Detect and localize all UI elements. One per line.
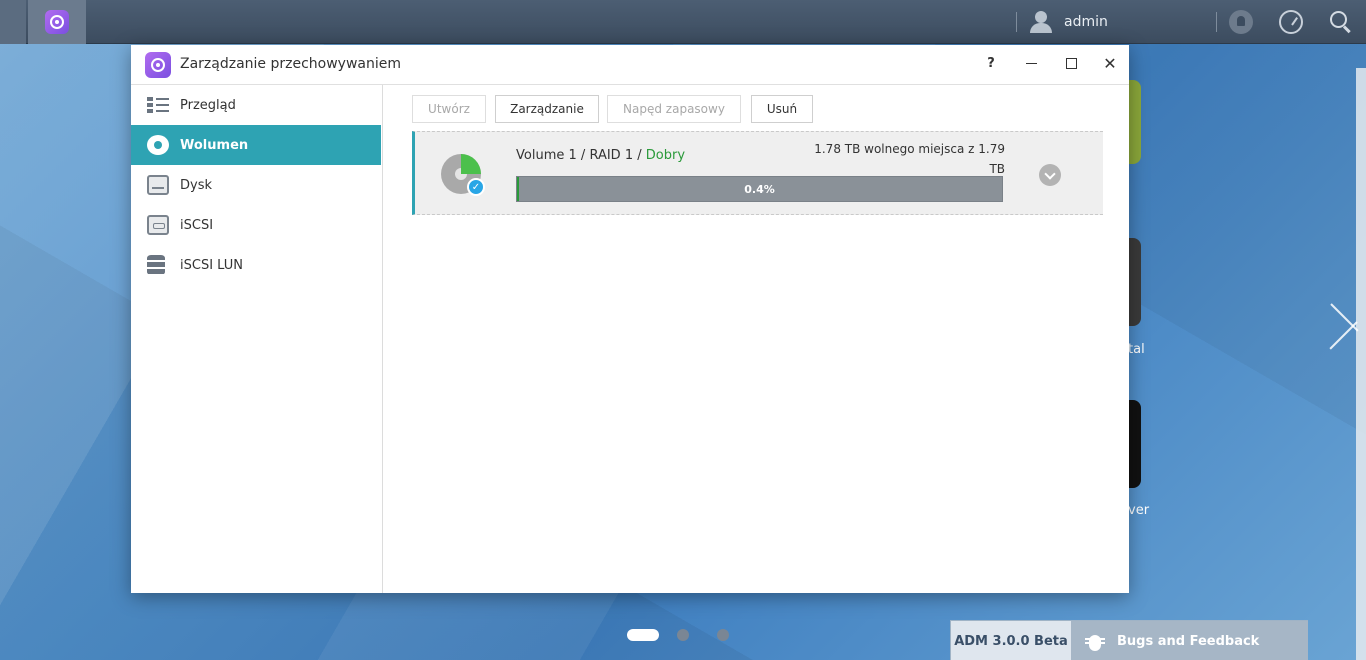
notification-bell-icon[interactable]	[1229, 10, 1253, 34]
taskbar-storage-app[interactable]	[28, 0, 86, 44]
desktop-tile-label: ver	[1128, 503, 1150, 518]
sidebar-item-iscsi[interactable]: iSCSI	[131, 205, 381, 245]
sidebar-item-label: Dysk	[180, 177, 213, 193]
volume-status: Dobry	[645, 148, 686, 163]
adm-version: ADM 3.0.0 Beta	[951, 621, 1071, 660]
minimize-icon	[1025, 62, 1037, 64]
healthy-check-icon: ✓	[467, 178, 485, 196]
storage-manager-window: Zarządzanie przechowywaniem ? ✕ Przegląd…	[131, 45, 1129, 593]
sidebar-item-overview[interactable]: Przegląd	[131, 85, 381, 125]
volume-title: Volume 1 / RAID 1 / Dobry	[516, 148, 685, 163]
next-page-chevron-icon[interactable]	[1322, 302, 1362, 362]
storage-manager-icon	[145, 52, 171, 78]
volume-row[interactable]: ✓ Volume 1 / RAID 1 / Dobry 1.78 TB woln…	[412, 131, 1103, 215]
bug-icon	[1085, 630, 1105, 652]
window-title: Zarządzanie przechowywaniem	[180, 56, 402, 72]
sidebar: Przegląd Wolumen Dysk iSCSI iSCSI LUN	[131, 85, 383, 593]
bugs-feedback-label: Bugs and Feedback	[1117, 633, 1260, 649]
volume-icon	[147, 135, 169, 155]
minimize-button[interactable]	[1019, 51, 1043, 75]
sidebar-item-label: Przegląd	[180, 97, 236, 113]
adm-footer-bar: ADM 3.0.0 Beta Bugs and Feedback	[950, 620, 1308, 660]
volume-usage-label: 0.4%	[744, 182, 775, 196]
bugs-feedback-button[interactable]: Bugs and Feedback	[1071, 621, 1308, 660]
manage-button[interactable]: Zarządzanie	[495, 95, 599, 123]
taskbar-separator	[1016, 12, 1017, 32]
maximize-button[interactable]	[1059, 51, 1083, 75]
volume-separator: /	[637, 148, 642, 163]
sidebar-item-iscsi-lun[interactable]: iSCSI LUN	[131, 245, 381, 285]
delete-button[interactable]: Usuń	[751, 95, 813, 123]
desktop-tile-label: tal	[1128, 342, 1145, 357]
dashboard-gauge-icon[interactable]	[1279, 10, 1303, 34]
volume-name: Volume 1	[516, 148, 577, 163]
iscsi-icon	[147, 215, 169, 235]
close-button[interactable]: ✕	[1098, 51, 1122, 75]
volume-disk-icon: ✓	[439, 150, 487, 198]
create-button[interactable]: Utwórz	[412, 95, 486, 123]
user-menu[interactable]: admin	[1030, 0, 1108, 44]
page-dot-active[interactable]	[627, 629, 659, 641]
page-dot[interactable]	[717, 629, 729, 641]
sidebar-item-label: Wolumen	[180, 137, 249, 153]
database-icon	[147, 255, 165, 275]
volume-raid: RAID 1	[589, 148, 634, 163]
user-name: admin	[1064, 14, 1108, 30]
desktop-right-panel	[1356, 68, 1366, 660]
disk-icon	[147, 175, 169, 195]
storage-manager-icon	[45, 10, 69, 34]
volume-free-space: 1.78 TB wolnego miejsca z 1.79 TB	[814, 142, 1005, 176]
list-icon	[147, 95, 169, 115]
window-titlebar[interactable]: Zarządzanie przechowywaniem ? ✕	[131, 45, 1129, 85]
sidebar-item-disk[interactable]: Dysk	[131, 165, 381, 205]
expand-chevron-down-icon[interactable]	[1039, 164, 1061, 186]
sidebar-item-label: iSCSI LUN	[180, 257, 243, 273]
search-icon[interactable]	[1329, 10, 1353, 34]
maximize-icon	[1065, 57, 1077, 69]
page-dot[interactable]	[677, 629, 689, 641]
taskbar-separator	[1216, 12, 1217, 32]
sidebar-item-volume[interactable]: Wolumen	[131, 125, 381, 165]
spare-drive-button[interactable]: Napęd zapasowy	[607, 95, 741, 123]
sidebar-item-label: iSCSI	[180, 217, 214, 233]
taskbar: admin	[0, 0, 1366, 44]
volume-separator: /	[580, 148, 586, 163]
help-button[interactable]: ?	[979, 51, 1003, 75]
user-icon	[1030, 11, 1052, 33]
main-content: Utwórz Zarządzanie Napęd zapasowy Usuń ✓…	[384, 85, 1129, 593]
volume-usage-bar: 0.4%	[516, 176, 1003, 202]
taskbar-home[interactable]	[0, 0, 26, 44]
